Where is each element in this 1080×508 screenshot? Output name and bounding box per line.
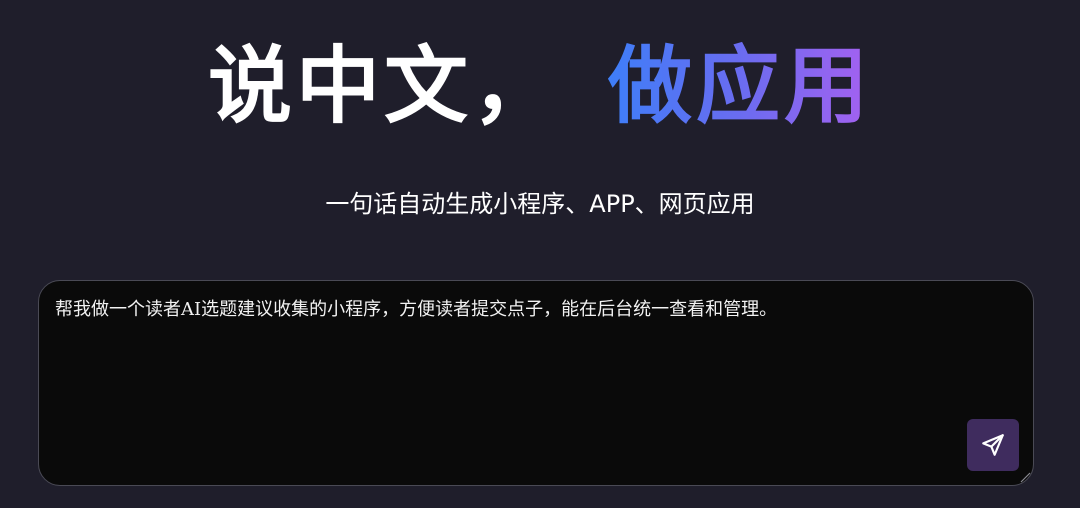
prompt-input[interactable]: 帮我做一个读者AI选题建议收集的小程序，方便读者提交点子，能在后台统一查看和管理… [38,280,1034,486]
hero-title: 说中文， 做应用 [0,36,1080,136]
send-arrow-icon [982,434,1004,456]
hero-subtitle: 一句话自动生成小程序、APP、网页应用 [325,190,755,218]
prompt-input-text[interactable]: 帮我做一个读者AI选题建议收集的小程序，方便读者提交点子，能在后台统一查看和管理… [55,297,953,323]
send-button[interactable] [967,419,1019,471]
resize-handle-icon[interactable] [1017,469,1031,483]
hero-title-part-2: 做应用 [608,37,873,135]
hero-title-part-1: 说中文， [207,37,560,135]
